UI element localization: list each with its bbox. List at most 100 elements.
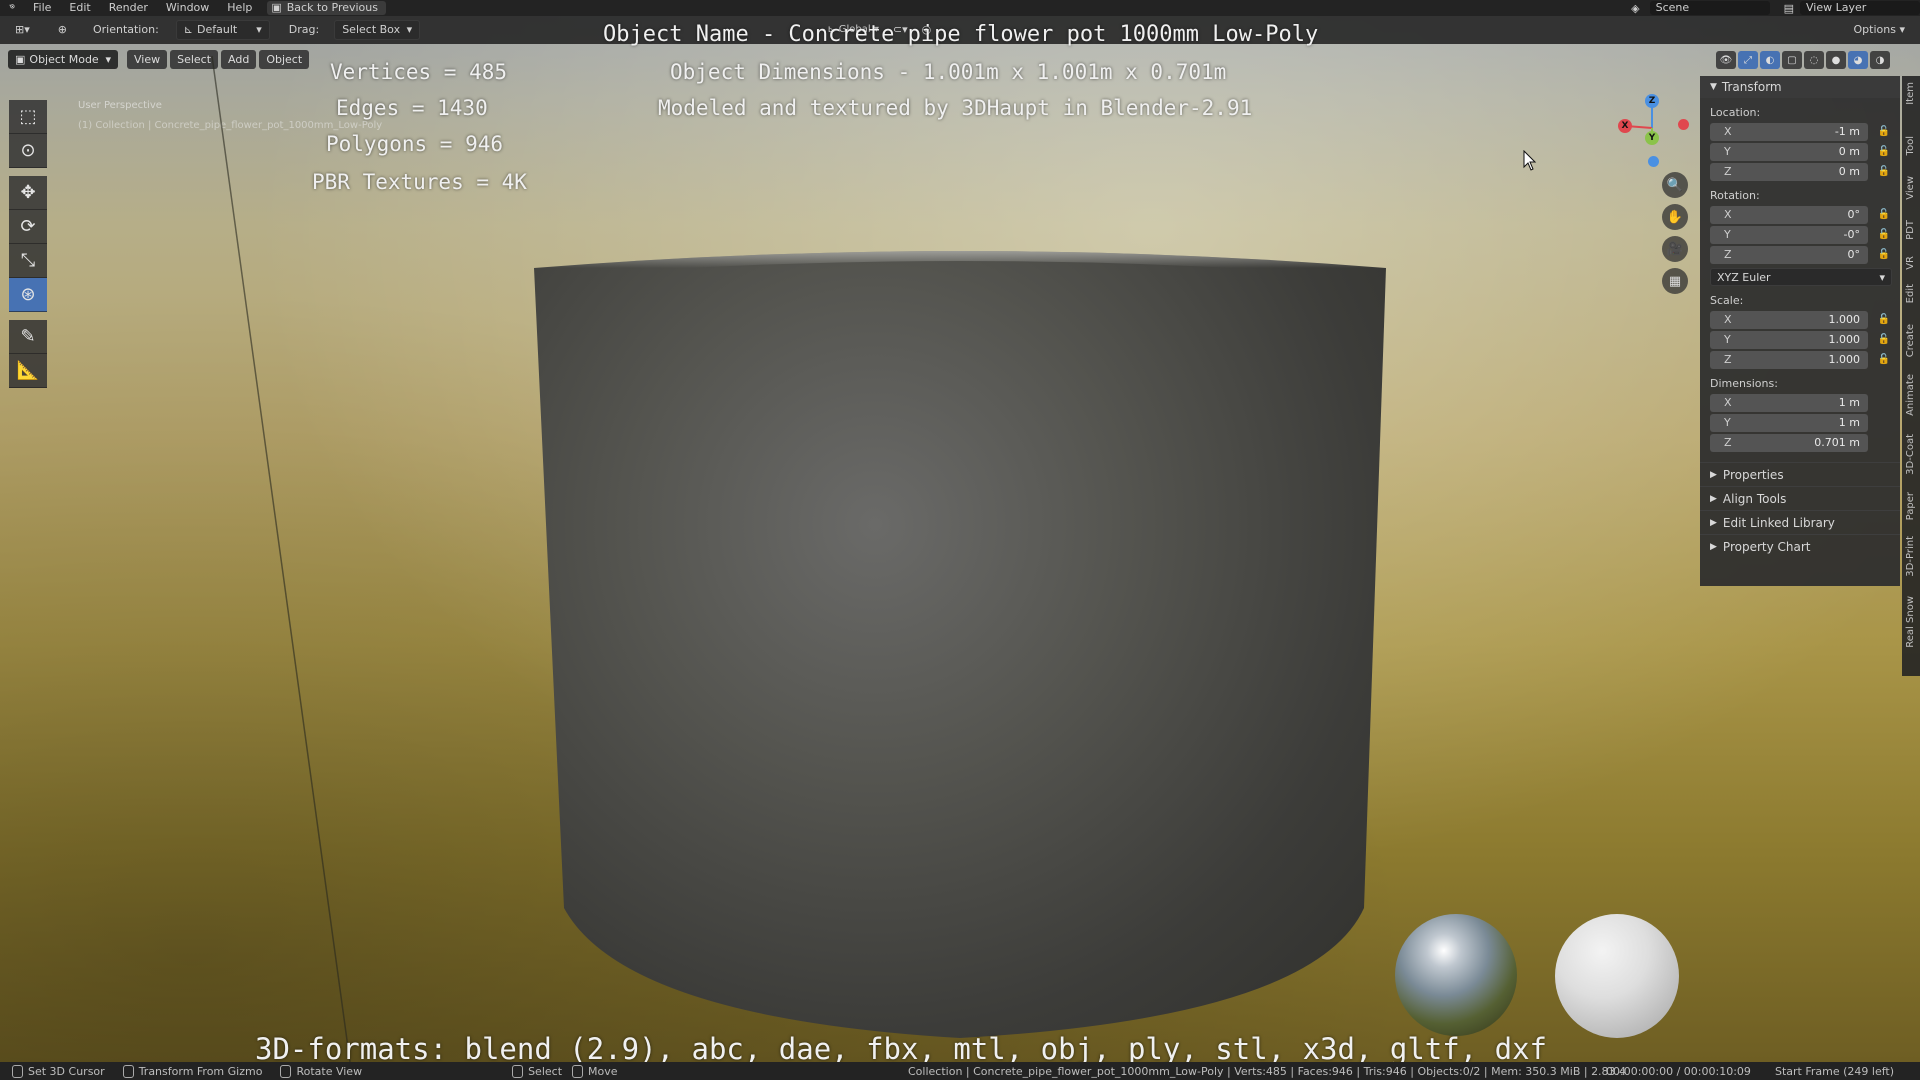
tab-pdt[interactable]: PDT: [1905, 220, 1916, 240]
chevron-down-icon: ▾: [1899, 23, 1905, 36]
mouse-left-icon: [12, 1064, 23, 1078]
dimensions-z-row: Z 0.701 m: [1700, 432, 1900, 452]
view-layer-field[interactable]: View Layer: [1800, 1, 1920, 15]
location-x-row: X -1 m 🔓: [1700, 121, 1900, 141]
sidebar-n-panel: ▼ Transform Location: X -1 m 🔓 Y0 m 🔓 Z0 …: [1700, 76, 1900, 586]
navigation-gizmo[interactable]: Z X Y: [1606, 86, 1689, 186]
edit-linked-library-panel-header[interactable]: ▶ Edit Linked Library: [1700, 510, 1900, 534]
tab-tool[interactable]: Tool: [1905, 136, 1916, 155]
scale-tool-icon[interactable]: ⤡: [9, 244, 47, 278]
menu-window[interactable]: Window: [157, 0, 218, 16]
scale-z-row: Z 1.000 🔓: [1700, 349, 1900, 369]
lock-icon[interactable]: 🔓: [1876, 126, 1892, 137]
xray-toggle-icon[interactable]: ▢: [1782, 51, 1802, 69]
cursor-tool-icon[interactable]: ⊙: [9, 134, 47, 168]
pan-hand-icon[interactable]: ✋: [1662, 204, 1688, 230]
gizmo-y-axis[interactable]: Y: [1645, 131, 1659, 145]
lock-icon[interactable]: 🔓: [1876, 229, 1892, 240]
rendered-shading-icon[interactable]: ◑: [1870, 51, 1890, 69]
location-y-field[interactable]: Y0 m: [1710, 142, 1868, 161]
overlays-toggle-icon[interactable]: ◐: [1760, 51, 1780, 69]
rotation-z-field[interactable]: Z 0°: [1710, 245, 1868, 264]
status-transform-gizmo: Transform From Gizmo: [122, 1064, 262, 1078]
3d-viewport[interactable]: ⊞▾ ⊕ Orientation: ⊾ Default ▾ Drag: Sele…: [0, 16, 1920, 1062]
tab-view[interactable]: View: [1905, 176, 1916, 200]
chevron-down-icon: ▾: [1879, 270, 1885, 284]
tab-create[interactable]: Create: [1905, 324, 1916, 357]
dimensions-z-field[interactable]: Z 0.701 m: [1710, 433, 1868, 452]
tab-vr[interactable]: VR: [1905, 256, 1916, 270]
edges-count: Edges = 1430: [336, 96, 488, 120]
object-name-title: Object Name - Concrete pipe flower pot 1…: [603, 22, 1319, 47]
solid-shading-icon[interactable]: ●: [1826, 51, 1846, 69]
location-z-field[interactable]: Z0 m: [1710, 162, 1868, 181]
lock-icon[interactable]: 🔓: [1876, 166, 1892, 177]
timecode: 00:00:00:00 / 00:00:10:09: [1606, 1064, 1751, 1078]
tab-edit[interactable]: Edit: [1905, 284, 1916, 303]
properties-panel-header[interactable]: ▶ Properties: [1700, 462, 1900, 486]
status-select: Select: [512, 1064, 562, 1078]
lock-icon[interactable]: 🔓: [1876, 334, 1892, 345]
menu-edit[interactable]: Edit: [60, 0, 99, 16]
scale-x-field[interactable]: X 1.000: [1710, 310, 1868, 329]
rotation-x-field[interactable]: X 0°: [1710, 205, 1868, 224]
scale-label: Scale:: [1710, 294, 1744, 307]
vertices-count: Vertices = 485: [330, 60, 508, 84]
material-shading-icon[interactable]: ◕: [1848, 51, 1868, 69]
tab-real-snow[interactable]: Real Snow: [1905, 596, 1916, 648]
align-tools-label: Align Tools: [1722, 491, 1787, 506]
menu-help[interactable]: Help: [218, 0, 261, 16]
rotation-mode-dropdown[interactable]: XYZ Euler ▾: [1710, 268, 1892, 286]
credit-text: Modeled and textured by 3DHaupt in Blend…: [658, 96, 1253, 120]
property-chart-panel-header[interactable]: ▶ Property Chart: [1700, 534, 1900, 558]
gizmo-x-axis[interactable]: X: [1618, 119, 1632, 133]
tab-animate[interactable]: Animate: [1905, 374, 1916, 416]
gizmo-neg-x-dot[interactable]: [1678, 119, 1689, 130]
select-box-tool-icon[interactable]: ⬚: [9, 100, 47, 134]
scene-name: Scene: [1655, 1, 1690, 14]
concrete-pot-model[interactable]: [534, 248, 1386, 1038]
dimensions-x-field[interactable]: X1 m: [1710, 393, 1868, 412]
lock-icon[interactable]: 🔓: [1876, 314, 1892, 325]
transform-tool-icon[interactable]: ⊛: [9, 278, 47, 312]
rotate-tool-icon[interactable]: ⟳: [9, 210, 47, 244]
move-tool-icon[interactable]: ✥: [9, 176, 47, 210]
gizmo-z-axis[interactable]: Z: [1645, 94, 1659, 108]
textures-info: PBR Textures = 4K: [312, 170, 527, 194]
blender-logo-icon[interactable]: [0, 0, 24, 16]
gizmo-toggle-icon[interactable]: ⤢: [1738, 51, 1758, 69]
chevron-right-icon: ▶: [1710, 517, 1717, 528]
visibility-icon[interactable]: 👁: [1716, 51, 1736, 69]
scale-x-row: X 1.000 🔓: [1700, 309, 1900, 329]
gizmo-neg-z-dot[interactable]: [1648, 156, 1659, 167]
annotate-tool-icon[interactable]: ✎: [9, 320, 47, 354]
rotation-y-field[interactable]: Y -0°: [1710, 225, 1868, 244]
ortho-grid-icon[interactable]: ▦: [1662, 268, 1688, 294]
lock-icon[interactable]: 🔓: [1876, 249, 1892, 260]
tab-3d-print[interactable]: 3D-Print: [1905, 536, 1916, 577]
scale-z-field[interactable]: Z 1.000: [1710, 350, 1868, 369]
lock-icon[interactable]: 🔓: [1876, 209, 1892, 220]
back-to-previous-button[interactable]: ▣ Back to Previous: [267, 1, 386, 15]
measure-tool-icon[interactable]: 📐: [9, 354, 47, 388]
align-tools-panel-header[interactable]: ▶ Align Tools: [1700, 486, 1900, 510]
tab-3d-coat[interactable]: 3D-Coat: [1905, 434, 1916, 475]
set-cursor-label: Set 3D Cursor: [28, 1064, 105, 1078]
camera-view-icon[interactable]: 🎥: [1662, 236, 1688, 262]
menu-file[interactable]: File: [24, 0, 60, 16]
scene-field[interactable]: Scene: [1649, 1, 1770, 15]
tab-paper[interactable]: Paper: [1905, 492, 1916, 520]
top-menu-bar: File Edit Render Window Help ▣ Back to P…: [0, 0, 1920, 16]
zoom-icon[interactable]: 🔍: [1662, 172, 1688, 198]
location-x-field[interactable]: X -1 m: [1710, 122, 1868, 141]
lock-icon[interactable]: 🔓: [1876, 146, 1892, 157]
lock-icon[interactable]: 🔓: [1876, 354, 1892, 365]
options-dropdown[interactable]: Options ▾: [1847, 20, 1912, 40]
tab-item[interactable]: Item: [1905, 82, 1916, 105]
status-set-cursor: Set 3D Cursor: [12, 1064, 105, 1078]
scale-y-field[interactable]: Y 1.000: [1710, 330, 1868, 349]
menu-render[interactable]: Render: [100, 0, 157, 16]
wireframe-shading-icon[interactable]: ◌: [1804, 51, 1824, 69]
transform-panel-header[interactable]: ▼ Transform: [1700, 76, 1900, 98]
dimensions-y-field[interactable]: Y1 m: [1710, 413, 1868, 432]
